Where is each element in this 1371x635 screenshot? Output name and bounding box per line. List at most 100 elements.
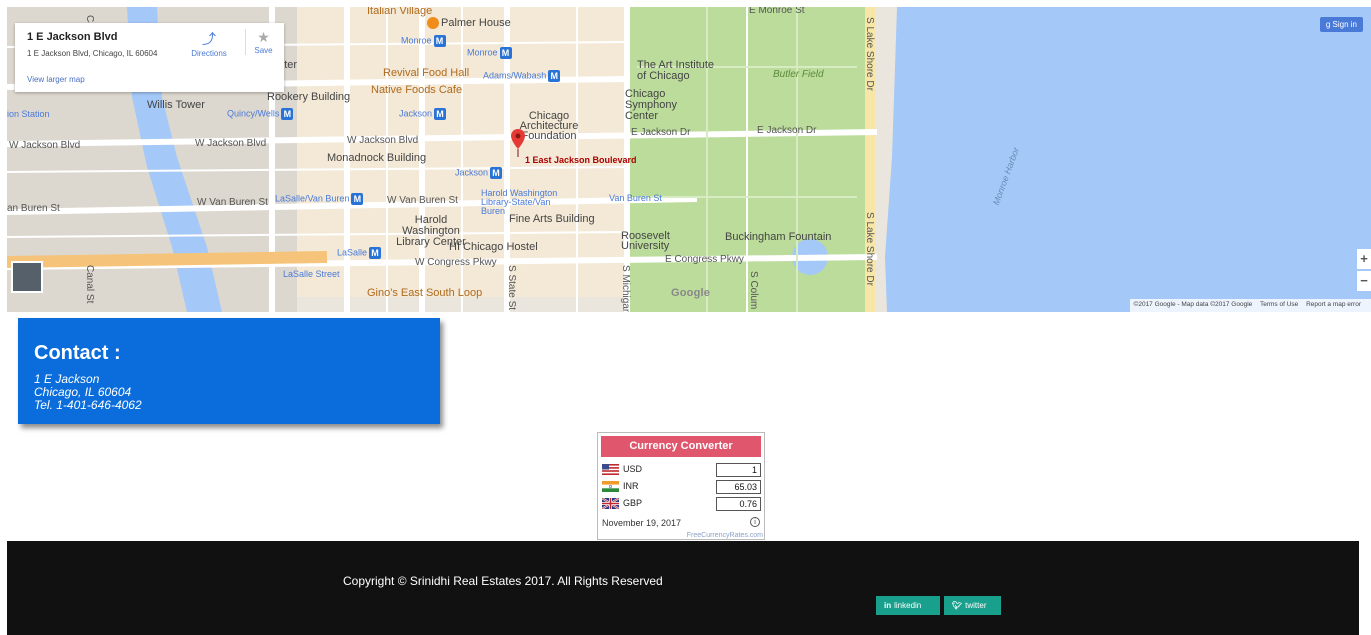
info-icon[interactable]: i xyxy=(750,517,760,527)
map-label-w-jackson-1: W Jackson Blvd xyxy=(9,140,81,151)
currency-row-inr: INR 65.03 xyxy=(602,480,762,494)
metro-icon: M xyxy=(490,167,503,179)
map-label-van-buren-station[interactable]: Van Buren St xyxy=(609,193,662,203)
map-copyright: ©2017 Google - Map data ©2017 Google xyxy=(1133,301,1253,308)
directions-button[interactable]: ⤴ Directions xyxy=(187,29,231,58)
place-info-card: 1 E Jackson Blvd 1 E Jackson Blvd, Chica… xyxy=(15,23,284,92)
map-label-adams-wabash[interactable]: Adams/Wabash M xyxy=(483,70,561,82)
currency-source-link[interactable]: FreeCurrencyRates.com xyxy=(687,532,763,539)
zoom-in-button[interactable]: + xyxy=(1357,249,1371,269)
google-logo: Google xyxy=(671,287,711,299)
map-label-van-buren-3: W Van Buren St xyxy=(387,195,458,206)
map-label-monroe-station-2[interactable]: Monroe M xyxy=(467,47,512,59)
map-label-michigan: S Michigan xyxy=(620,265,631,312)
google-plus-icon: g xyxy=(1325,20,1331,29)
map-label-butler-field: Butler Field xyxy=(773,69,824,80)
map-label-symphony-center[interactable]: Chicago Symphony Center xyxy=(625,89,705,122)
map-label-e-monroe: E Monroe St xyxy=(749,7,805,16)
map-label-art-institute[interactable]: The Art Institute of Chicago xyxy=(637,60,717,82)
map-label-canal-2: Canal St xyxy=(84,265,95,304)
embedded-map[interactable]: E Monroe St Italian Village Palmer House… xyxy=(7,7,1371,312)
view-larger-map-link[interactable]: View larger map xyxy=(27,75,85,84)
map-label-ginos-east[interactable]: Gino's East South Loop xyxy=(367,287,482,299)
india-flag-icon xyxy=(602,481,619,492)
uk-flag-icon xyxy=(602,498,619,509)
map-label-union-station[interactable]: ion Station xyxy=(7,109,50,119)
inr-amount-input[interactable]: 65.03 xyxy=(716,480,761,494)
map-label-lake-shore-2: S Lake Shore Dr xyxy=(864,212,875,286)
map-attribution: ©2017 Google - Map data ©2017 Google Ter… xyxy=(1129,299,1371,312)
save-label: Save xyxy=(254,46,273,55)
map-label-harold-library-station[interactable]: Harold Washington Library-State/Van Bure… xyxy=(481,189,571,216)
map-label-rookery[interactable]: Rookery Building xyxy=(267,91,350,103)
map-label-palmer-house[interactable]: Palmer House xyxy=(427,17,511,30)
location-pin-icon[interactable] xyxy=(511,129,525,157)
twitter-button[interactable]: 🐦︎ twitter xyxy=(944,596,1001,615)
map-label-willis-tower[interactable]: Willis Tower xyxy=(147,99,205,111)
zoom-out-button[interactable]: − xyxy=(1357,271,1371,291)
contact-panel: Contact : 1 E Jackson Chicago, IL 60604 … xyxy=(18,318,440,424)
map-label-e-jackson-2: E Jackson Dr xyxy=(757,125,817,136)
map-label-italian-village[interactable]: Italian Village xyxy=(367,7,432,17)
map-label-native-foods[interactable]: Native Foods Cafe xyxy=(371,84,462,96)
terms-link[interactable]: Terms of Use xyxy=(1260,301,1298,308)
currency-rate-date: November 19, 2017 xyxy=(602,518,682,528)
map-label-w-jackson-2: W Jackson Blvd xyxy=(195,138,267,149)
map-label-lasalle-van-buren[interactable]: LaSalle/Van Buren M xyxy=(275,193,364,205)
twitter-icon: 🐦︎ xyxy=(952,601,963,610)
report-error-link[interactable]: Report a map error xyxy=(1306,301,1361,308)
map-label-e-jackson-1: E Jackson Dr xyxy=(631,127,691,138)
directions-icon: ⤴ xyxy=(202,31,216,47)
metro-icon: M xyxy=(434,108,447,120)
save-button[interactable]: ★ Save xyxy=(245,29,281,55)
currency-code: GBP xyxy=(623,498,643,508)
restaurant-icon xyxy=(427,17,439,30)
directions-label: Directions xyxy=(191,49,227,58)
gbp-amount-input[interactable]: 0.76 xyxy=(716,497,761,511)
linkedin-icon: in xyxy=(884,601,892,610)
footer-copyright: Copyright © Srinidhi Real Estates 2017. … xyxy=(343,574,663,588)
map-label-revival-food-hall[interactable]: Revival Food Hall xyxy=(383,67,469,79)
map-label-van-buren-1: an Buren St xyxy=(7,203,60,214)
place-title: 1 E Jackson Blvd xyxy=(27,31,118,43)
contact-phone: Tel. 1-401-646-4062 xyxy=(34,398,142,412)
map-label-buckingham[interactable]: Buckingham Fountain xyxy=(725,231,831,243)
star-icon: ★ xyxy=(257,29,270,45)
map-label-state-st: S State St xyxy=(506,265,517,311)
metro-icon: M xyxy=(369,247,382,259)
metro-icon: M xyxy=(351,193,364,205)
map-label-lasalle-station[interactable]: LaSalle M xyxy=(337,247,382,259)
linkedin-button[interactable]: in linkedin xyxy=(876,596,940,615)
map-pin-label[interactable]: 1 East Jackson Boulevard xyxy=(525,155,637,165)
usd-amount-input[interactable]: 1 xyxy=(716,463,761,477)
currency-code: INR xyxy=(623,481,639,491)
map-label-lake-shore-1: S Lake Shore Dr xyxy=(864,17,875,91)
map-label-roosevelt[interactable]: Roosevelt University xyxy=(621,231,681,252)
place-address: 1 E Jackson Blvd, Chicago, IL 60604 xyxy=(27,49,158,58)
metro-icon: M xyxy=(433,35,446,47)
page-footer: Copyright © Srinidhi Real Estates 2017. … xyxy=(7,541,1359,635)
map-label-quincy-wells[interactable]: Quincy/Wells M xyxy=(227,108,294,120)
map-label-jackson-station-2[interactable]: Jackson M xyxy=(455,167,503,179)
map-label-monroe-station[interactable]: Monroe M xyxy=(401,35,446,47)
map-label-lasalle-street[interactable]: LaSalle Street xyxy=(283,269,340,279)
map-label-van-buren-2: W Van Buren St xyxy=(197,197,268,208)
currency-row-gbp: GBP 0.76 xyxy=(602,497,762,511)
sign-in-button[interactable]: g Sign in xyxy=(1319,17,1363,32)
contact-title: Contact : xyxy=(34,342,121,364)
map-label-fine-arts[interactable]: Fine Arts Building xyxy=(509,213,595,225)
twitter-label: twitter xyxy=(965,601,987,610)
sign-in-label: Sign in xyxy=(1332,20,1357,29)
map-label-jackson-station[interactable]: Jackson M xyxy=(399,108,447,120)
metro-icon: M xyxy=(281,108,294,120)
us-flag-icon xyxy=(602,464,619,475)
map-label-monadnock[interactable]: Monadnock Building xyxy=(327,152,426,164)
currency-converter-widget: Currency Converter USD 1 INR 65.03 GBP 0… xyxy=(597,432,765,540)
map-label-w-jackson-3: W Jackson Blvd xyxy=(347,135,419,146)
street-view-thumbnail[interactable] xyxy=(11,261,43,293)
currency-row-usd: USD 1 xyxy=(602,463,762,477)
linkedin-label: linkedin xyxy=(894,601,922,610)
map-label-hi-hostel[interactable]: HI Chicago Hostel xyxy=(449,241,538,253)
map-label-columbus: S Colum xyxy=(748,271,759,310)
currency-code: USD xyxy=(623,464,643,474)
